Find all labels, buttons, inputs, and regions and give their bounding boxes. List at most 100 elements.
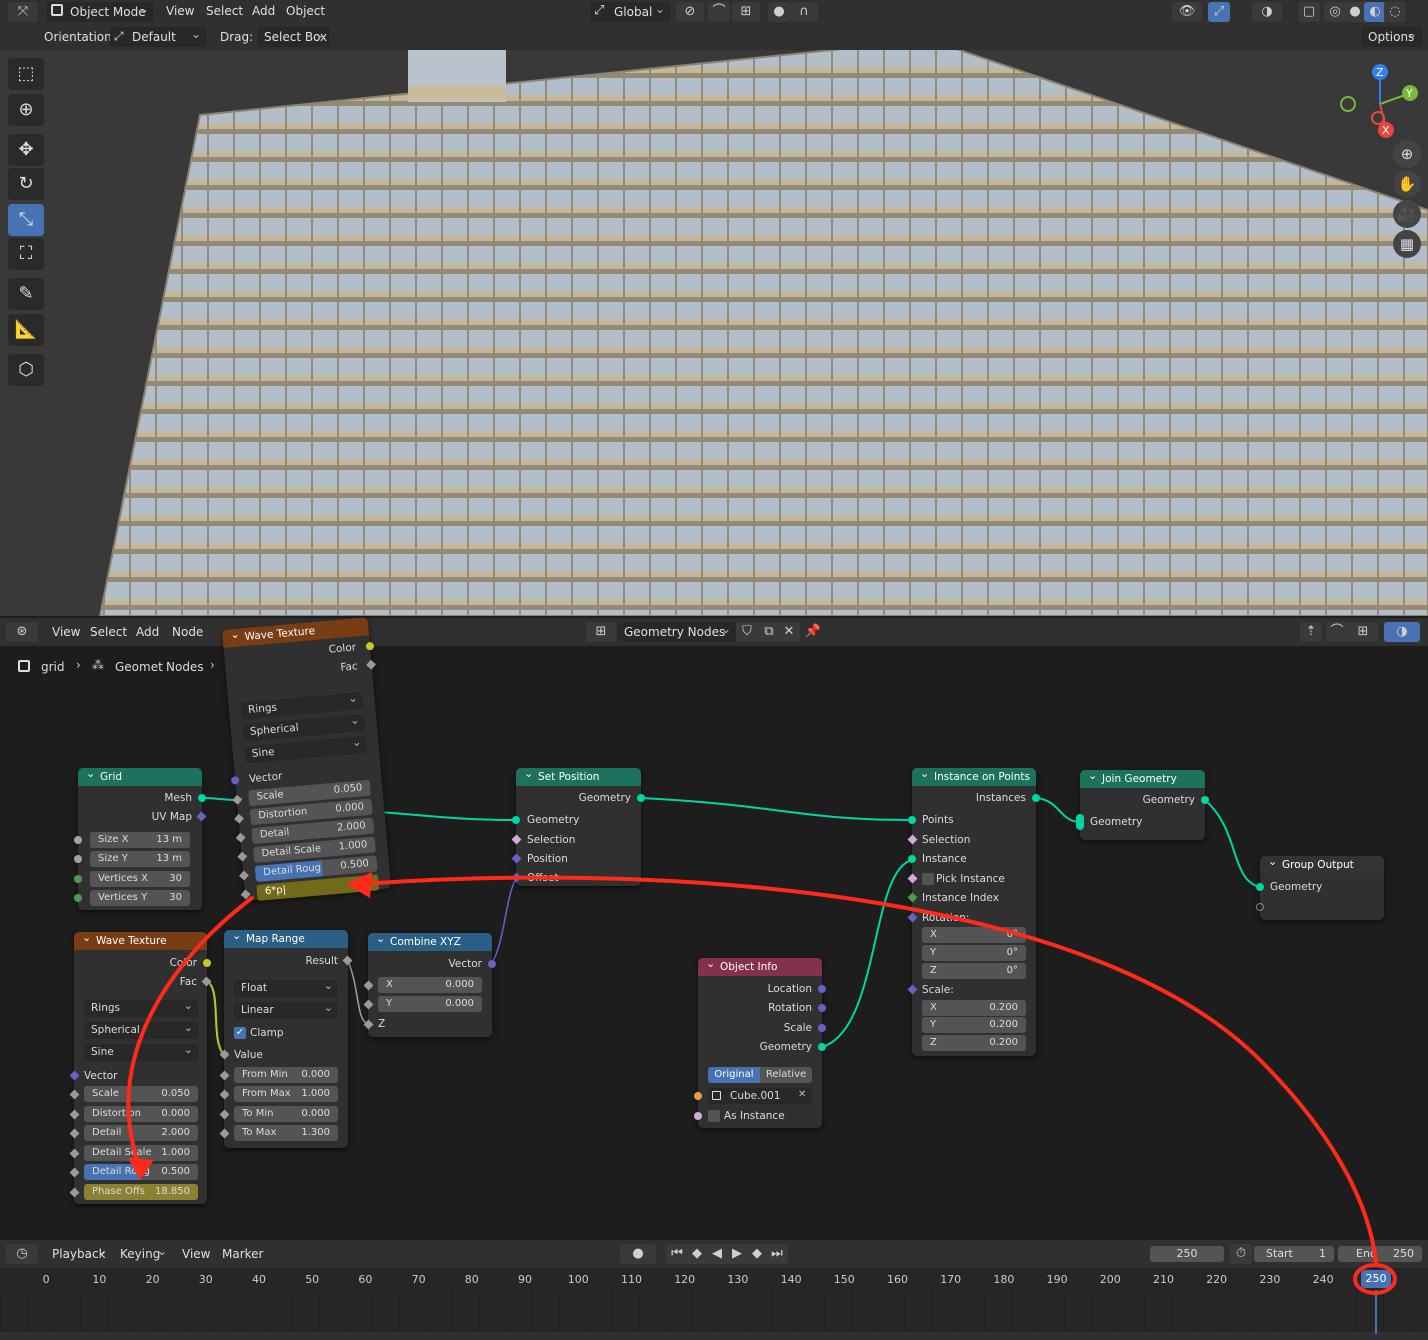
keying-menu[interactable]: Keying [114, 1241, 172, 1264]
jump-start-icon[interactable]: ⏮ [666, 1244, 688, 1264]
snap-target-icon[interactable]: ⊞ [732, 2, 760, 22]
wave-top-vector-socket[interactable] [230, 776, 240, 785]
grid-node[interactable]: Grid Mesh UV Map Size X13 m Size Y13 m V… [74, 765, 207, 910]
node-tree-type-icon[interactable]: ⊞ [586, 622, 616, 642]
viewport-3d[interactable]: ⬚ ⊕ ✥ ↻ ⤡ ⛶ ✎ 📐 ⬡ Z Y X ⊕ ✋ 🎥 ▦ [0, 50, 1428, 616]
annotate-tool[interactable]: ✎ [8, 278, 44, 310]
node-snap-icon[interactable]: ⌒ [1326, 622, 1348, 642]
node-menu-view[interactable]: View [52, 621, 80, 643]
wave-bottom-detail-field[interactable]: Detail 2.000 [84, 1125, 198, 1141]
map-range-type-select[interactable]: Float [234, 977, 338, 997]
grid-vertices-y-field[interactable]: Vertices Y 30 [90, 890, 190, 906]
cursor-tool[interactable]: ⊕ [8, 94, 44, 126]
set-position-out-socket[interactable] [637, 794, 645, 802]
node-snap-target-icon[interactable]: ⊞ [1348, 622, 1378, 642]
proportional-edit-icon[interactable]: ● [768, 2, 790, 22]
shading-rendered-icon[interactable]: ◌ [1384, 2, 1406, 22]
object-info-scale-socket[interactable] [818, 1024, 826, 1032]
wave-bottom-scale-field[interactable]: Scale 0.050 [84, 1086, 198, 1102]
join-geometry-node[interactable]: Join Geometry Geometry Geometry [1076, 767, 1209, 840]
join-geometry-multi-socket[interactable] [1076, 814, 1084, 830]
add-cube-tool[interactable]: ⬡ [8, 354, 44, 386]
combine-xyz-node[interactable]: Combine XYZ Vector X0.000 Y0.000 Z [363, 930, 496, 1037]
wave-bottom-direction-select[interactable]: Spherical [84, 1019, 198, 1039]
node-menu-add[interactable]: Add [136, 621, 159, 643]
to-max-field[interactable]: To Max 1.300 [234, 1125, 338, 1141]
node-editor-type-icon[interactable]: ⊛ [6, 622, 38, 642]
wave-top-profile-select[interactable]: Sine [244, 735, 368, 764]
menu-select[interactable]: Select [206, 0, 243, 22]
rotation-y-field[interactable]: Y 0° [922, 945, 1026, 961]
grid-vertices-x-field[interactable]: Vertices X 30 [90, 871, 190, 887]
pick-instance-checkbox[interactable] [922, 873, 934, 885]
join-geometry-out-socket[interactable] [1201, 796, 1209, 804]
wave-bottom-phase-offset-field[interactable]: Phase Offs 18.850 [84, 1184, 198, 1200]
node-menu-node[interactable]: Node [172, 621, 203, 643]
xray-icon[interactable]: ▢ [1298, 2, 1320, 22]
wave-texture-node-top[interactable]: Wave Texture Color Fac Rings Spherical S… [222, 617, 392, 901]
object-info-object-socket[interactable] [694, 1092, 702, 1100]
combine-xyz-header[interactable]: Combine XYZ [368, 930, 492, 951]
menu-view[interactable]: View [166, 0, 194, 22]
grid-mesh-socket[interactable] [198, 794, 206, 802]
overlay-icon[interactable]: ◑ [1252, 2, 1282, 22]
object-info-geometry-socket[interactable] [818, 1043, 826, 1051]
duplicate-tree-icon[interactable]: ⧉ [758, 622, 780, 642]
preview-range-icon[interactable]: ⏱ [1230, 1244, 1252, 1264]
breadcrumb-modifier[interactable]: Geomet [115, 660, 163, 674]
group-output-empty-socket[interactable] [1256, 903, 1264, 911]
object-clear-icon[interactable]: ✕ [798, 1089, 806, 1100]
instance-input-socket[interactable] [908, 855, 916, 863]
combine-y-field[interactable]: Y 0.000 [378, 996, 482, 1012]
combine-x-field[interactable]: X 0.000 [378, 977, 482, 993]
playback-menu[interactable]: Playback [46, 1241, 112, 1264]
group-output-node[interactable]: Group Output Geometry [1256, 853, 1384, 920]
measure-tool[interactable]: 📐 [8, 314, 44, 346]
scale-z-field[interactable]: Z 0.200 [922, 1035, 1026, 1051]
map-range-node[interactable]: Map Range Result Float Linear ✓ Clamp Va… [219, 927, 353, 1148]
fake-user-shield-icon[interactable]: ⛉ [736, 622, 758, 642]
set-position-node[interactable]: Set Position Geometry Geometry Selection… [511, 765, 645, 886]
node-menu-select[interactable]: Select [90, 621, 127, 643]
start-frame-field[interactable]: Start 1 [1254, 1246, 1334, 1262]
grid-input-socket[interactable] [74, 875, 82, 883]
map-range-interp-select[interactable]: Linear [234, 999, 338, 1019]
wave-bottom-distortion-field[interactable]: Distortion 0.000 [84, 1106, 198, 1122]
node-editor-canvas[interactable] [0, 646, 1428, 1240]
jump-end-icon[interactable]: ⏭ [766, 1244, 788, 1264]
to-min-field[interactable]: To Min 0.000 [234, 1106, 338, 1122]
grid-size-y-field[interactable]: Size Y 13 m [90, 851, 190, 867]
prev-keyframe-icon[interactable]: ◆ [686, 1244, 708, 1264]
original-toggle[interactable]: Original [708, 1067, 760, 1083]
scale-tool[interactable]: ⤡ [8, 204, 44, 236]
timeline-menu-marker[interactable]: Marker [222, 1243, 263, 1265]
drag-dropdown[interactable]: Select Box [258, 24, 330, 47]
shading-wireframe-icon[interactable]: ◎ [1324, 2, 1346, 22]
grid-header[interactable]: Grid [78, 765, 202, 786]
scale-x-field[interactable]: X 0.200 [922, 1000, 1026, 1016]
as-instance-checkbox[interactable] [708, 1110, 720, 1122]
visibility-icon[interactable]: 👁 [1172, 2, 1202, 22]
group-output-header[interactable]: Group Output [1260, 853, 1384, 874]
pan-hand-icon[interactable]: ✋ [1393, 170, 1421, 198]
select-box-tool[interactable]: ⬚ [8, 58, 44, 90]
scale-y-field[interactable]: Y 0.200 [922, 1017, 1026, 1033]
object-picker[interactable]: Cube.001 [708, 1088, 812, 1104]
node-overlay-icon[interactable]: ◑ [1384, 622, 1420, 642]
transform-tool[interactable]: ⛶ [8, 238, 44, 270]
wave-bottom-color-socket[interactable] [203, 959, 211, 967]
play-icon[interactable]: ▶ [726, 1244, 748, 1264]
snap-icon[interactable]: ⌒ [708, 2, 730, 22]
breadcrumb-tree[interactable]: Nodes [166, 660, 204, 674]
shading-material-icon[interactable]: ◐ [1364, 2, 1386, 22]
node-tree-selector[interactable]: Geometry Nodes [618, 619, 736, 642]
set-position-header[interactable]: Set Position [516, 765, 641, 786]
timeline-track-area[interactable] [0, 1290, 1428, 1332]
combine-xyz-vector-socket[interactable] [488, 960, 496, 968]
menu-add[interactable]: Add [252, 0, 275, 22]
relative-toggle[interactable]: Relative [760, 1067, 812, 1083]
clamp-checkbox[interactable]: ✓ [234, 1027, 246, 1039]
rotation-x-field[interactable]: X 0° [922, 927, 1026, 943]
pivot-icon[interactable]: ⊘ [676, 2, 704, 22]
menu-object[interactable]: Object [286, 0, 325, 22]
